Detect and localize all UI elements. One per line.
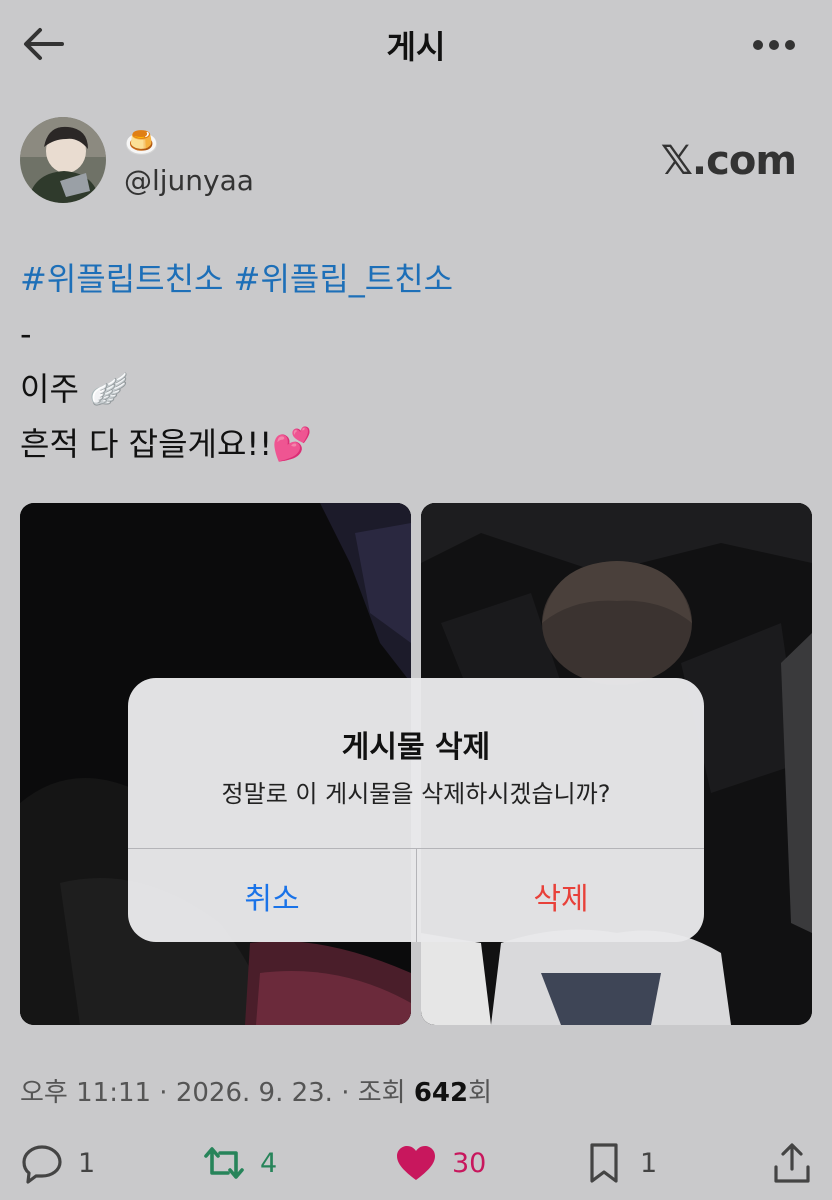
dialog-message: 정말로 이 게시물을 삭제하시겠습니까?	[221, 780, 611, 808]
reply-icon	[22, 1145, 62, 1184]
x-com-watermark: 𝕏.com	[660, 138, 797, 184]
bookmark-icon	[590, 1143, 618, 1183]
like-button[interactable]: 30	[394, 1138, 486, 1188]
hashtag-link[interactable]: #위플립_트친소	[234, 260, 453, 298]
delete-confirm-dialog: 게시물 삭제 정말로 이 게시물을 삭제하시겠습니까? 취소 삭제	[128, 678, 704, 942]
page-title: 게시	[386, 28, 446, 66]
display-name: 🍮	[124, 126, 159, 159]
hashtag-link[interactable]: #위플립트친소	[20, 260, 223, 298]
tweet-line: 이주 🪽	[20, 370, 129, 408]
tweet-line-dash: -	[20, 315, 32, 353]
timestamp: 오후 11:11 · 2026. 9. 23. · 조회	[20, 1078, 414, 1108]
view-count: 642	[413, 1078, 469, 1108]
avatar[interactable]	[20, 117, 106, 203]
delete-button[interactable]: 삭제	[417, 849, 704, 942]
hashtags: #위플립트친소 #위플립_트친소	[20, 252, 810, 307]
dialog-title: 게시물 삭제	[341, 730, 491, 765]
reply-button[interactable]: 1	[20, 1138, 95, 1188]
bookmark-button[interactable]: 1	[582, 1138, 657, 1188]
reply-count: 1	[78, 1147, 96, 1179]
share-button[interactable]	[770, 1138, 814, 1188]
cancel-button[interactable]: 취소	[128, 849, 416, 942]
repost-icon	[204, 1147, 244, 1179]
view-suffix: 회	[468, 1078, 493, 1108]
repost-count: 4	[260, 1147, 278, 1179]
like-count: 30	[452, 1147, 487, 1179]
tweet-text: #위플립트친소 #위플립_트친소 - 이주 🪽 흔적 다 잡을게요!!💕	[20, 252, 810, 472]
top-bar: 게시	[0, 0, 832, 90]
tweet-meta: 오후 11:11 · 2026. 9. 23. · 조회 642회	[20, 1072, 492, 1109]
bookmark-count: 1	[640, 1147, 658, 1179]
tweet-line: 흔적 다 잡을게요!!💕	[20, 425, 312, 463]
share-icon	[774, 1143, 810, 1183]
repost-button[interactable]: 4	[202, 1138, 277, 1188]
more-options-icon[interactable]	[752, 30, 796, 60]
action-bar: 1 4 30 1	[0, 1138, 832, 1188]
heart-icon	[397, 1146, 435, 1180]
user-handle[interactable]: @ljunyaa	[124, 164, 254, 197]
